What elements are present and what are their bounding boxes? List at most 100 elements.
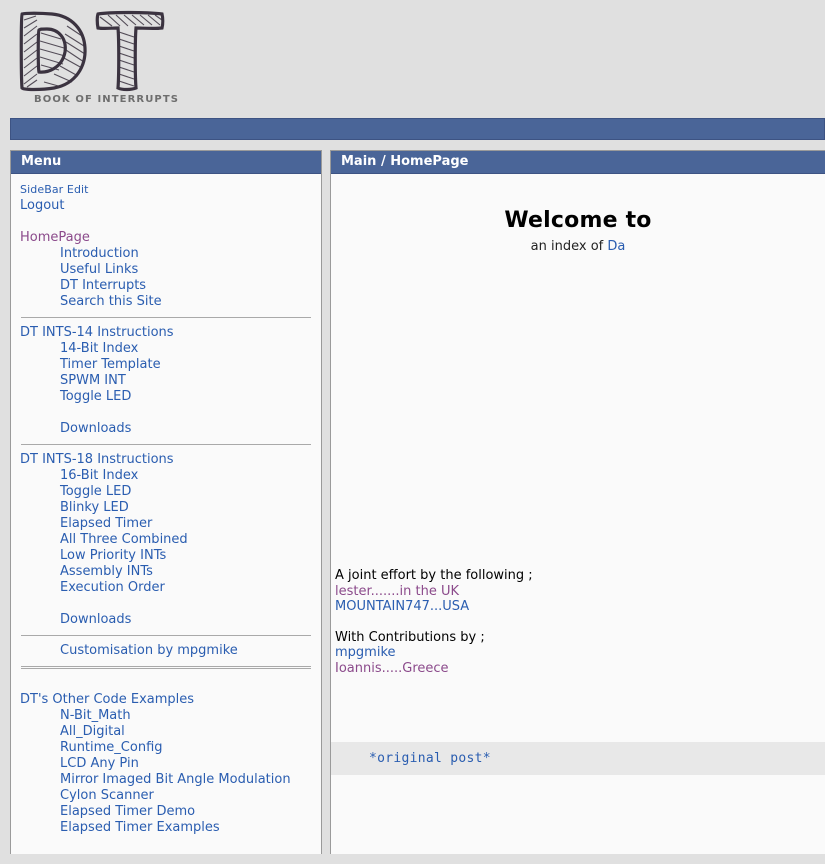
sidebar-item-dt-ints-18-instructions[interactable]: DT INTS-18 Instructions [20, 452, 174, 467]
sidebar-row: N-Bit_Math [20, 708, 312, 724]
sidebar-row: DT INTS-18 Instructions [20, 452, 312, 468]
sidebar-item-introduction[interactable]: Introduction [60, 246, 139, 261]
sidebar-item-n-bit-math[interactable]: N-Bit_Math [60, 708, 131, 723]
sidebar-item-toggle-led[interactable]: Toggle LED [60, 389, 131, 404]
sidebar-item-dt-s-other-code-examples[interactable]: DT's Other Code Examples [20, 692, 194, 707]
sidebar-item-downloads[interactable]: Downloads [60, 421, 131, 436]
sidebar-item-all-digital[interactable]: All_Digital [60, 724, 125, 739]
sidebar-row: 16-Bit Index [20, 468, 312, 484]
welcome-block: Welcome to an index of Da [331, 174, 825, 254]
sidebar-item-execution-order[interactable]: Execution Order [60, 580, 165, 595]
credits-spacer [335, 615, 533, 630]
sidebar-item-homepage[interactable]: HomePage [20, 230, 90, 245]
sidebar-row: Execution Order [20, 580, 312, 596]
main-content: Welcome to an index of Da A joint effort… [331, 174, 825, 854]
sidebar-row: Toggle LED [20, 484, 312, 500]
sidebar-row: Elapsed Timer Demo [20, 804, 312, 820]
credit-link-mountain747[interactable]: MOUNTAIN747...USA [335, 599, 469, 614]
sidebar-row: Downloads [20, 421, 312, 437]
top-navigation-bar [10, 118, 825, 140]
sidebar-item-runtime-config[interactable]: Runtime_Config [60, 740, 163, 755]
welcome-subtitle-prefix: an index of [530, 239, 608, 254]
sidebar-item-16-bit-index[interactable]: 16-Bit Index [60, 468, 138, 483]
sidebar-row: Toggle LED [20, 389, 312, 405]
contributions-heading: With Contributions by ; [335, 629, 485, 645]
sidebar-row: All Three Combined [20, 532, 312, 548]
sidebar-row: HomePage [20, 230, 312, 246]
sidebar-row: Search this Site [20, 294, 312, 310]
credits-block: A joint effort by the following ; lester… [335, 568, 533, 676]
sidebar-row: Blinky LED [20, 500, 312, 516]
sidebar-row: Timer Template [20, 357, 312, 373]
sidebar-item-low-priority-ints[interactable]: Low Priority INTs [60, 548, 166, 563]
sidebar-group-ints-14: DT INTS-14 Instructions 14-Bit Index Timer… [20, 325, 312, 437]
sidebar-row: Elapsed Timer Examples [20, 820, 312, 836]
sidebar-item-lcd-any-pin[interactable]: LCD Any Pin [60, 756, 139, 771]
sidebar-group-account: SideBar Edit Logout [20, 182, 312, 214]
sidebar-row: Runtime_Config [20, 740, 312, 756]
sidebar-item-toggle-led[interactable]: Toggle LED [60, 484, 131, 499]
sidebar-item-search-this-site[interactable]: Search this Site [60, 294, 162, 309]
sidebar-item-downloads[interactable]: Downloads [60, 612, 131, 627]
credit-link-ioannis[interactable]: Ioannis.....Greece [335, 661, 449, 676]
sidebar-row: DT's Other Code Examples [20, 692, 312, 708]
sidebar-group-home: HomePage Introduction Useful Links DT Inter… [20, 230, 312, 310]
sidebar-row: Elapsed Timer [20, 516, 312, 532]
joint-person-row: MOUNTAIN747...USA [335, 599, 533, 615]
sidebar-content: SideBar Edit Logout HomePage Introduction Us… [11, 174, 321, 836]
sidebar-item-elapsed-timer-demo[interactable]: Elapsed Timer Demo [60, 804, 195, 819]
sidebar-row: DT Interrupts [20, 278, 312, 294]
sidebar-item-mirror-imaged-bit-angle-modulation[interactable]: Mirror Imaged Bit Angle Modulation [60, 772, 291, 787]
original-post-link[interactable]: *original post* [369, 751, 491, 766]
sidebar-group-other-code: DT's Other Code Examples N-Bit_Math All_Di… [20, 692, 312, 836]
sidebar-item-assembly-ints[interactable]: Assembly INTs [60, 564, 153, 579]
sidebar-divider [21, 668, 311, 669]
credit-link-lester[interactable]: lester.......in the UK [335, 584, 459, 599]
welcome-subtitle-link[interactable]: Da [607, 239, 625, 254]
joint-effort-heading: A joint effort by the following ; [335, 568, 533, 583]
sidebar-row: Cylon Scanner [20, 788, 312, 804]
sidebar-item-timer-template[interactable]: Timer Template [60, 357, 161, 372]
credit-link-mpgmike[interactable]: mpgmike [335, 645, 396, 660]
sidebar-item-logout[interactable]: Logout [20, 198, 65, 213]
sidebar-item-customisation-by-mpgmike[interactable]: Customisation by mpgmike [60, 643, 238, 658]
sidebar-panel: Menu SideBar Edit Logout HomePage Introduct… [10, 150, 322, 854]
sidebar-item-dt-ints-14-instructions[interactable]: DT INTS-14 Instructions [20, 325, 174, 340]
sidebar-row: LCD Any Pin [20, 756, 312, 772]
sidebar-row: Low Priority INTs [20, 548, 312, 564]
sidebar-item-14-bit-index[interactable]: 14-Bit Index [60, 341, 138, 356]
sidebar-row: 14-Bit Index [20, 341, 312, 357]
sidebar-divider [21, 317, 311, 318]
sidebar-row: All_Digital [20, 724, 312, 740]
contrib-person-row: Ioannis.....Greece [335, 661, 533, 677]
sidebar-item-sidebar-edit[interactable]: SideBar Edit [20, 183, 89, 196]
sidebar-item-useful-links[interactable]: Useful Links [60, 262, 138, 277]
sidebar-group-customisation: Customisation by mpgmike [20, 643, 312, 659]
contrib-person-row: mpgmike [335, 645, 533, 661]
sidebar-divider [21, 635, 311, 636]
sidebar-item-all-three-combined[interactable]: All Three Combined [60, 532, 188, 547]
hand-drawn-dt-sketch-icon [19, 10, 165, 92]
breadcrumb: Main / HomePage [331, 151, 825, 174]
code-block: *original post* [331, 742, 825, 775]
sidebar-item-dt-interrupts[interactable]: DT Interrupts [60, 278, 146, 293]
sidebar-row: Customisation by mpgmike [20, 643, 312, 659]
page-title: Welcome to [504, 208, 652, 233]
sidebar-title: Menu [11, 151, 321, 174]
sidebar-item-blinky-led[interactable]: Blinky LED [60, 500, 129, 515]
sidebar-row: DT INTS-14 Instructions [20, 325, 312, 341]
sidebar-row: Mirror Imaged Bit Angle Modulation [20, 772, 312, 788]
sidebar-item-cylon-scanner[interactable]: Cylon Scanner [60, 788, 154, 803]
joint-person-row: lester.......in the UK [335, 584, 533, 600]
sidebar-row: Useful Links [20, 262, 312, 278]
sidebar-row: Downloads [20, 612, 312, 628]
welcome-subtitle: an index of Da [331, 239, 825, 254]
sidebar-row: Assembly INTs [20, 564, 312, 580]
logo-caption: BOOK OF INTERRUPTS [34, 94, 180, 105]
sidebar-item-elapsed-timer[interactable]: Elapsed Timer [60, 516, 152, 531]
sidebar-item-spwm-int[interactable]: SPWM INT [60, 373, 126, 388]
sidebar-item-elapsed-timer-examples[interactable]: Elapsed Timer Examples [60, 820, 220, 835]
